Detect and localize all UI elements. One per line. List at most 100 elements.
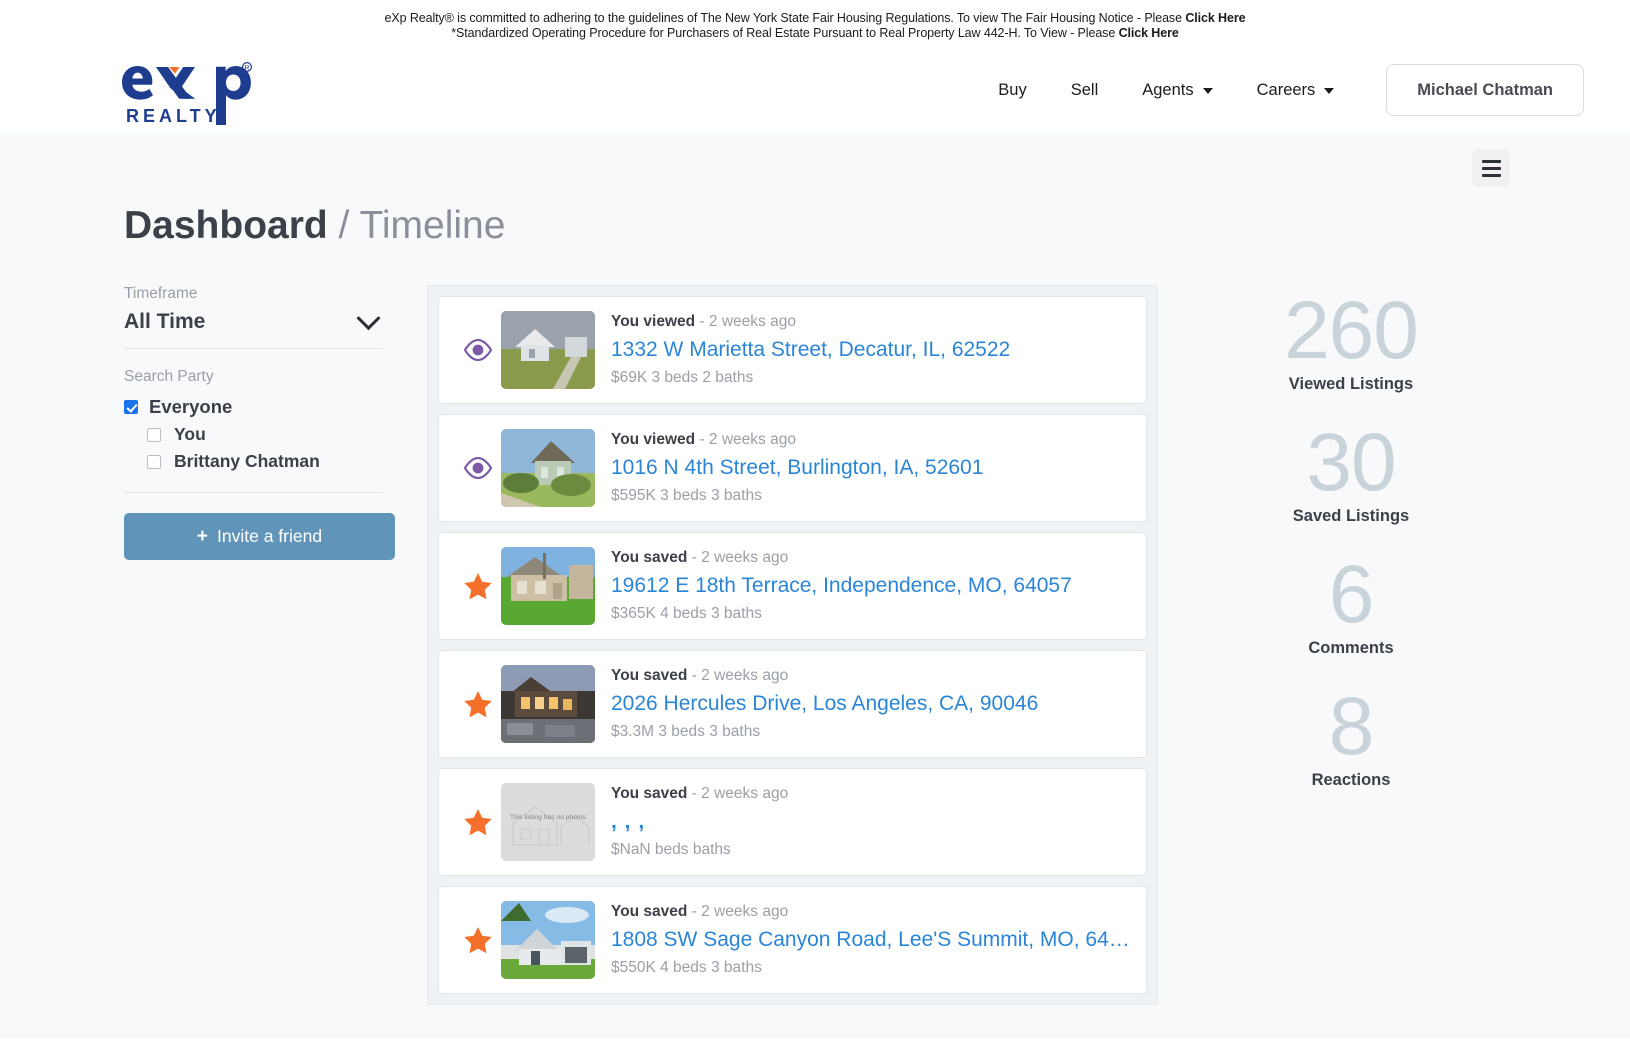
no-photos-label: This listing has no photos [510,814,586,821]
listing-meta: You viewed - 2 weeks ago [611,313,1130,331]
breadcrumb-timeline: Timeline [359,204,506,247]
party-option-you[interactable]: You [124,421,383,448]
listing-meta: You viewed - 2 weeks ago [611,431,1130,449]
listing-specs: $3.3M 3 beds 3 baths [611,723,761,740]
listing-specs: $69K 3 beds 2 baths [611,369,754,386]
listing-meta: You saved - 2 weeks ago [611,903,1130,921]
checkbox-you[interactable] [147,427,161,442]
stat-value: 260 [1284,285,1419,376]
listing-action: You saved [611,785,688,802]
listing-info: You viewed - 2 weeks ago 1016 N 4th Stre… [595,431,1130,505]
nav-label-sell: Sell [1070,80,1099,99]
nav-label-agents: Agents [1142,80,1194,99]
star-icon [455,926,501,954]
timeline-item[interactable]: You saved - 2 weeks ago 2026 Hercules Dr… [438,650,1147,758]
listing-time: - 2 weeks ago [699,431,796,448]
listing-meta: You saved - 2 weeks ago [611,549,1130,567]
breadcrumb-dashboard[interactable]: Dashboard [124,204,328,247]
filters-sidebar: Timeframe All Time Search Party Everyone… [124,285,395,560]
party-option-brittany-chatman[interactable]: Brittany Chatman [124,448,383,475]
account-button[interactable]: Michael Chatman [1386,64,1584,116]
stat-value: 8 [1328,681,1375,772]
stat-label: Viewed Listings [1288,375,1414,393]
compliance-line-1: eXp Realty® is committed to adhering to … [10,11,1620,26]
sop-link[interactable]: Click Here [1119,26,1179,40]
listing-info: You saved - 2 weeks ago 19612 E 18th Ter… [595,549,1130,623]
listing-address-link[interactable]: 1332 W Marietta Street, Decatur, IL, 625… [611,336,1130,363]
star-icon [455,690,501,718]
timeline-item[interactable]: You saved - 2 weeks ago 1808 SW Sage Can… [438,886,1147,994]
listing-thumbnail[interactable] [501,429,595,507]
listing-time: - 2 weeks ago [691,785,789,802]
nav-item-sell[interactable]: Sell [1049,71,1121,110]
listing-thumbnail-placeholder[interactable]: This listing has no photos [501,783,595,861]
stat-saved-listings: 30 Saved Listings [1192,417,1510,526]
listing-action: You saved [611,549,688,566]
stat-reactions: 8 Reactions [1192,681,1510,790]
page-title: Dashboard / Timeline [0,187,1630,251]
stat-label: Reactions [1311,771,1391,789]
timeline-feed[interactable]: You viewed - 2 weeks ago 1332 W Marietta… [427,285,1158,1005]
party-label-brittany-chatman: Brittany Chatman [174,451,320,471]
listing-action: You viewed [611,313,696,330]
stat-value: 30 [1306,417,1396,508]
timeline-item[interactable]: You viewed - 2 weeks ago 1332 W Marietta… [438,296,1147,404]
listing-specs: $595K 3 beds 3 baths [611,487,762,504]
party-label-everyone: Everyone [149,396,233,417]
nav-label-buy: Buy [998,80,1027,99]
nav-item-buy[interactable]: Buy [976,71,1048,110]
nav-item-agents[interactable]: Agents [1120,71,1234,110]
listing-address-link[interactable]: 19612 E 18th Terrace, Independence, MO, … [611,572,1130,599]
listing-address-link[interactable]: , , , [611,808,1130,835]
listing-meta: You saved - 2 weeks ago [611,667,1130,685]
hamburger-bar [1481,159,1501,163]
exp-logo-icon: R REALTY [122,62,252,126]
party-option-everyone[interactable]: Everyone [124,393,383,421]
exp-realty-logo[interactable]: R REALTY [120,54,256,126]
search-party-group: Search Party Everyone You Brittany Chatm… [124,349,383,493]
listing-time: - 2 weeks ago [691,903,789,920]
chevron-down-icon [356,305,381,330]
listing-info: You saved - 2 weeks ago , , , $NaN beds … [595,785,1130,859]
hamburger-menu-icon[interactable] [1472,149,1510,187]
listing-specs: $365K 4 beds 3 baths [611,605,762,622]
breadcrumb-separator: / [327,204,360,247]
invite-button-label: Invite a friend [217,526,323,546]
eye-icon [455,339,501,361]
site-header: R REALTY Buy Sell Agents Careers Michael… [0,47,1630,133]
stat-label: Saved Listings [1292,507,1410,525]
stats-panel: 260 Viewed Listings 30 Saved Listings 6 … [1158,285,1510,813]
hamburger-bar [1481,166,1501,170]
hamburger-bar [1481,173,1501,177]
compliance-text-2: *Standardized Operating Procedure for Pu… [451,26,1119,40]
listing-thumbnail[interactable] [501,547,595,625]
nav-item-careers[interactable]: Careers [1235,71,1357,110]
listing-info: You viewed - 2 weeks ago 1332 W Marietta… [595,313,1130,387]
listing-thumbnail[interactable] [501,665,595,743]
stat-comments: 6 Comments [1192,549,1510,658]
listing-thumbnail[interactable] [501,901,595,979]
dashboard-page: Dashboard / Timeline Timeframe All Time … [0,133,1630,1038]
listing-address-link[interactable]: 1016 N 4th Street, Burlington, IA, 52601 [611,454,1130,481]
listing-address-link[interactable]: 2026 Hercules Drive, Los Angeles, CA, 90… [611,690,1130,717]
eye-icon [455,457,501,479]
listing-address-link[interactable]: 1808 SW Sage Canyon Road, Lee'S Summit, … [611,926,1130,953]
timeline-item[interactable]: This listing has no photos You saved - 2… [438,768,1147,876]
plus-icon: + [196,526,209,547]
nav-label-careers: Careers [1256,80,1316,99]
logo-realty-text: REALTY [126,106,221,126]
main-navigation: Buy Sell Agents Careers Michael Chatman [976,64,1584,116]
timeline-item[interactable]: You viewed - 2 weeks ago 1016 N 4th Stre… [438,414,1147,522]
timeline-item[interactable]: You saved - 2 weeks ago 19612 E 18th Ter… [438,532,1147,640]
listing-specs: $550K 4 beds 3 baths [611,959,762,976]
timeframe-select[interactable]: All Time [124,305,383,349]
checkbox-brittany-chatman[interactable] [147,454,161,469]
listing-thumbnail[interactable] [501,311,595,389]
timeframe-label: Timeframe [124,285,198,302]
timeframe-value: All Time [124,310,206,333]
checkbox-everyone[interactable] [124,400,138,414]
invite-a-friend-button[interactable]: + Invite a friend [124,513,395,560]
star-icon [455,808,501,836]
listing-time: - 2 weeks ago [691,549,789,566]
fair-housing-link[interactable]: Click Here [1185,11,1245,25]
